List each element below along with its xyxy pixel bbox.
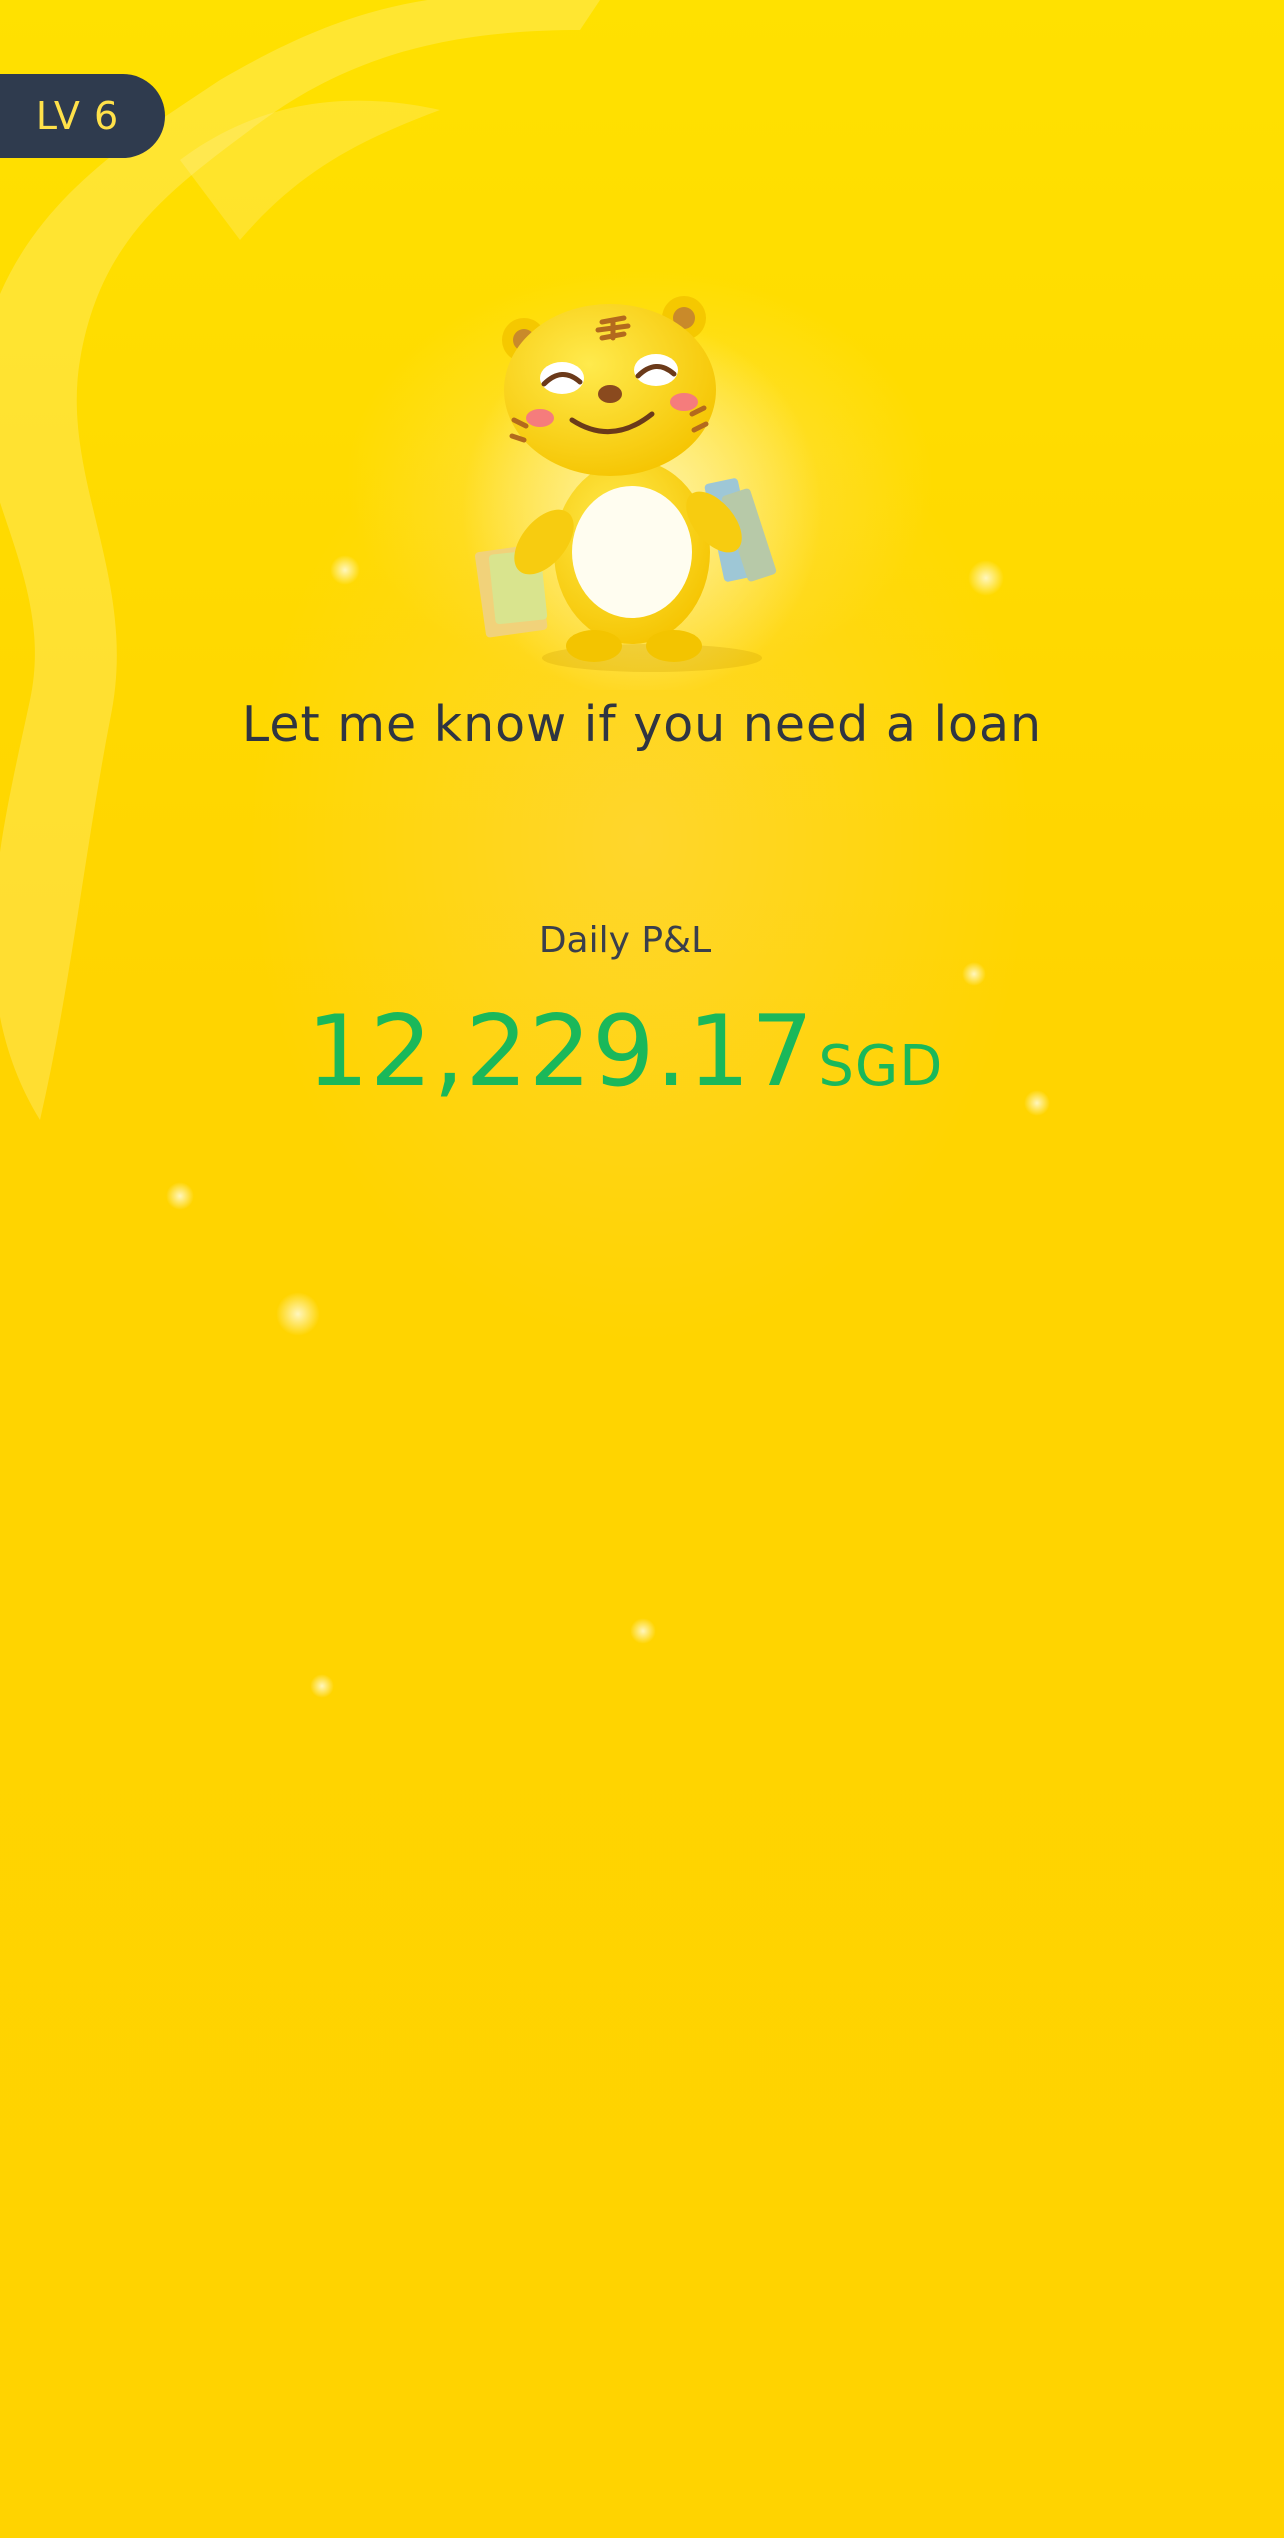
sparkle xyxy=(962,962,986,986)
sparkle xyxy=(276,1292,320,1336)
daily-pl-value: 12,229.17 xyxy=(306,995,815,1109)
level-badge-label: LV 6 xyxy=(35,94,120,138)
sparkle xyxy=(330,555,360,585)
daily-pl-amount: 12,229.17 SGD xyxy=(0,995,1250,1109)
sparkle xyxy=(968,560,1004,596)
sparkle xyxy=(310,1674,334,1698)
sparkle xyxy=(630,1618,656,1644)
daily-pl-label: Daily P&L xyxy=(538,920,712,961)
mascot-message: Let me know if you need a loan xyxy=(241,696,1043,753)
sparkle xyxy=(166,1182,194,1210)
level-badge[interactable]: LV 6 xyxy=(0,74,165,158)
tiger-mascot-icon xyxy=(462,296,822,690)
daily-pl-currency: SGD xyxy=(818,1034,944,1099)
